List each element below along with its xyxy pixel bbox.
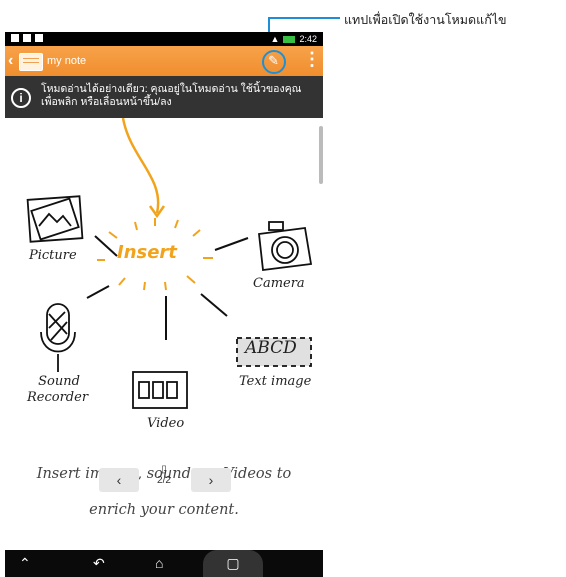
read-only-message: โหมดอ่านได้อย่างเดียว: คุณอยู่ในโหมดอ่าน… [41,83,302,108]
caption-line-2: enrich your content. [89,502,239,518]
system-nav-bar: ⌃ ↶ ⌂ ▢ [5,550,323,577]
arrow-line [121,118,160,214]
clock: 2:42 [299,34,317,44]
status-bar: ▲ 2:42 [5,32,323,46]
notebook-icon[interactable] [19,53,43,71]
info-icon: i [11,88,31,108]
page-number: 2/2 [157,475,171,486]
video-label: Video [147,416,185,431]
callout-label: แทปเพื่อเปิดใช้งานโหมดแก้ไข [344,13,507,27]
microphone-icon [40,303,76,372]
media-icon [35,34,43,42]
page-navigator: ‹ ▯ 2/2 › [5,462,323,502]
abcd-text: ABCD [245,338,297,358]
next-page-button[interactable]: › [191,468,231,492]
battery-icon [283,35,296,43]
page-indicator: ▯ 2/2 [151,464,177,486]
camera-label: Camera [253,276,305,291]
insert-label: Insert [117,242,177,263]
film-icon [132,371,188,409]
prev-page-button[interactable]: ‹ [99,468,139,492]
sound-label: Sound [38,374,80,389]
camera-icon [258,221,313,272]
expand-icon[interactable]: ⌃ [19,555,31,572]
back-chevron-icon[interactable]: ‹ [8,52,13,70]
text-image-label: Text image [239,374,312,389]
tablet-screen: ▲ 2:42 ‹ my note ✎ ⋮ i โหมดอ่านได้อย่างเ… [5,32,323,577]
pencil-icon: ✎ [268,53,279,68]
back-icon[interactable]: ↶ [93,555,105,572]
home-icon[interactable]: ⌂ [155,555,163,571]
picture-label: Picture [29,248,77,263]
note-title: my note [47,55,87,67]
read-only-banner: i โหมดอ่านได้อย่างเดียว: คุณอยู่ในโหมดอ่… [5,76,323,118]
title-bar: ‹ my note ✎ ⋮ [5,46,323,76]
wifi-icon: ▲ [270,34,280,44]
picture-icon [26,195,84,243]
page-icon: ▯ [161,464,167,475]
mail-icon [23,34,31,42]
recorder-label: Recorder [27,390,89,405]
notification-icon [11,34,19,42]
edit-mode-button[interactable]: ✎ [262,50,286,74]
overflow-menu-icon[interactable]: ⋮ [303,50,321,68]
recent-apps-icon[interactable]: ▢ [203,550,263,577]
